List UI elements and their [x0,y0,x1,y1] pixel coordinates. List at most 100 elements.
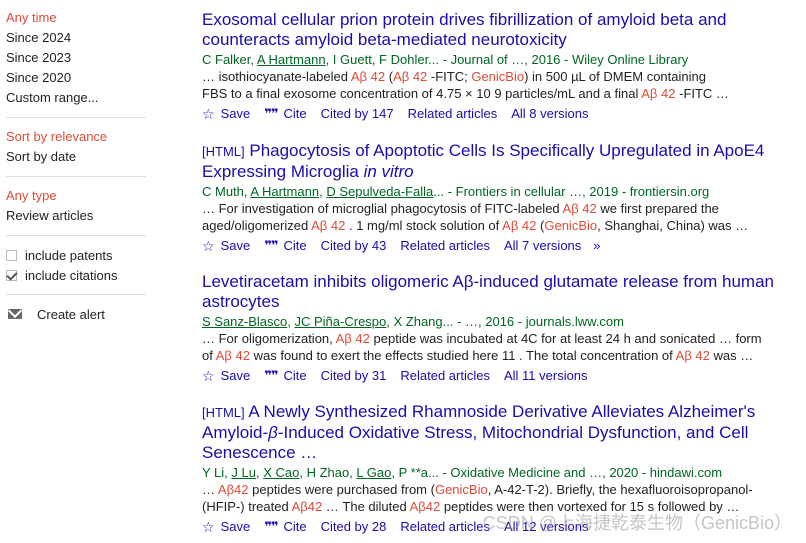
snippet-highlight: GenicBio [544,218,598,233]
type-any[interactable]: Any type [6,186,148,206]
author-text: Y Li, [202,465,232,480]
cite-button[interactable]: Cite [283,237,306,255]
divider [6,235,146,236]
author-link[interactable]: JC Piña-Crespo [295,314,387,329]
author-text: C Falker, [202,52,257,67]
snippet-highlight: Aβ 42 [350,69,386,84]
result-item: Exosomal cellular prion protein drives f… [202,10,792,123]
checkbox-checked-icon[interactable] [6,269,17,281]
save-button[interactable]: Save [221,105,251,123]
snippet-text: was … [709,348,754,363]
snippet-text: FBS to a final exosome concentration of … [202,86,642,101]
cite-button[interactable]: Cite [283,518,306,536]
star-icon[interactable]: ☆ [202,367,215,385]
author-link[interactable]: A Hartmann [257,52,326,67]
sort-relevance[interactable]: Sort by relevance [6,127,148,147]
cited-by-link[interactable]: Cited by 43 [321,237,387,255]
save-button[interactable]: Save [221,367,251,385]
snippet-text: … isothiocyanate-labeled [202,69,351,84]
cited-by-link[interactable]: Cited by 147 [321,105,394,123]
include-patents-toggle[interactable]: include patents [6,245,148,265]
snippet-text: of [202,348,216,363]
snippet-highlight: GenicBio [471,69,525,84]
sort-date[interactable]: Sort by date [6,147,148,167]
author-link[interactable]: J Lu [231,465,256,480]
snippet-text: we first prepared the [596,201,719,216]
result-title[interactable]: Levetiracetam inhibits oligomeric Aβ-ind… [202,272,792,312]
type-review[interactable]: Review articles [6,206,148,226]
result-title[interactable]: Exosomal cellular prion protein drives f… [202,10,792,50]
html-tag[interactable]: [HTML] [202,405,245,420]
result-item: [HTML] Phagocytosis of Apoptotic Cells I… [202,141,792,255]
result-title-link[interactable]: Exosomal cellular prion protein drives f… [202,10,726,49]
mail-icon [8,309,22,319]
divider [6,176,146,177]
snippet-highlight: GenicBio [434,482,488,497]
include-citations-toggle[interactable]: include citations [6,265,148,285]
result-title-italic[interactable]: in vitro [364,162,414,181]
result-item: Levetiracetam inhibits oligomeric Aβ-ind… [202,272,792,385]
author-link[interactable]: D Sepulveda-Falla [326,184,433,199]
star-icon[interactable]: ☆ [202,518,215,536]
all-versions-link[interactable]: All 11 versions [504,367,588,385]
star-icon[interactable]: ☆ [202,237,215,255]
source-text: ... - Frontiers in cellular …, 2019 - fr… [433,184,710,199]
time-since-2020[interactable]: Since 2020 [6,68,148,88]
result-actions: ☆ Save ❞❞ Cite Cited by 147 Related articl… [202,105,792,123]
snippet-text: (HFIP-) treated [202,499,292,514]
all-versions-link[interactable]: All 8 versions [511,105,588,123]
result-snippet-line: … isothiocyanate-labeled Aβ 42 (Aβ 42 -F… [202,68,792,85]
snippet-text: aged/oligomerized [202,218,312,233]
related-articles-link[interactable]: Related articles [408,105,498,123]
related-articles-link[interactable]: Related articles [400,518,490,536]
time-any[interactable]: Any time [6,8,148,28]
result-title[interactable]: [HTML] Phagocytosis of Apoptotic Cells I… [202,141,792,182]
quote-icon[interactable]: ❞❞ [264,518,278,536]
time-since-2024[interactable]: Since 2024 [6,28,148,48]
result-title-link[interactable]: Levetiracetam inhibits oligomeric Aβ-ind… [202,272,774,311]
snippet-highlight: Aβ 42 [675,348,710,363]
snippet-highlight: Aβ 42 [641,86,676,101]
result-title-link[interactable]: -Induced Oxidative Stress, Mitochondrial… [202,423,748,462]
checkbox-icon[interactable] [6,249,17,261]
double-chevron-icon[interactable]: » [593,237,600,255]
snippet-highlight: Aβ 42 [562,201,597,216]
author-link[interactable]: X Cao [263,465,299,480]
related-articles-link[interactable]: Related articles [400,237,490,255]
source-text: , X Zhang... - …, 2016 - journals.lww.co… [386,314,624,329]
cite-button[interactable]: Cite [283,367,306,385]
include-patents-label: include patents [25,247,113,263]
related-articles-link[interactable]: Related articles [400,367,490,385]
time-custom-range[interactable]: Custom range... [6,88,148,108]
save-button[interactable]: Save [221,237,251,255]
save-button[interactable]: Save [221,518,251,536]
cite-button[interactable]: Cite [283,105,306,123]
create-alert-button[interactable]: Create alert [6,304,148,324]
result-snippet-line: … Aβ42 peptides were purchased from (Gen… [202,481,792,498]
snippet-highlight: Aβ 42 [393,69,428,84]
star-icon[interactable]: ☆ [202,105,215,123]
cited-by-link[interactable]: Cited by 28 [321,518,387,536]
cited-by-link[interactable]: Cited by 31 [321,367,387,385]
snippet-text: peptides were purchased from ( [248,482,435,497]
result-authors: Y Li, J Lu, X Cao, H Zhao, L Gao, P **a.… [202,464,792,481]
all-versions-link[interactable]: All 7 versions [504,237,581,255]
quote-icon[interactable]: ❞❞ [264,367,278,385]
quote-icon[interactable]: ❞❞ [264,105,278,123]
quote-icon[interactable]: ❞❞ [264,237,278,255]
snippet-highlight: Aβ42 [409,499,441,514]
result-title-link[interactable]: Phagocytosis of Apoptotic Cells Is Speci… [202,141,764,181]
sidebar: Any time Since 2024 Since 2023 Since 202… [6,0,148,324]
snippet-text: , A-42-T-2). Briefly, the hexafluoroisop… [487,482,753,497]
include-citations-label: include citations [25,267,118,283]
time-since-2023[interactable]: Since 2023 [6,48,148,68]
result-title[interactable]: [HTML] A Newly Synthesized Rhamnoside De… [202,402,792,463]
html-tag[interactable]: [HTML] [202,144,245,159]
result-authors: C Muth, A Hartmann, D Sepulveda-Falla...… [202,183,792,200]
author-text: , [287,314,295,329]
author-link[interactable]: A Hartmann [250,184,319,199]
author-link[interactable]: S Sanz-Blasco [202,314,287,329]
result-title-italic[interactable]: β [268,423,278,442]
author-link[interactable]: L Gao [356,465,391,480]
snippet-highlight: Aβ 42 [311,218,346,233]
